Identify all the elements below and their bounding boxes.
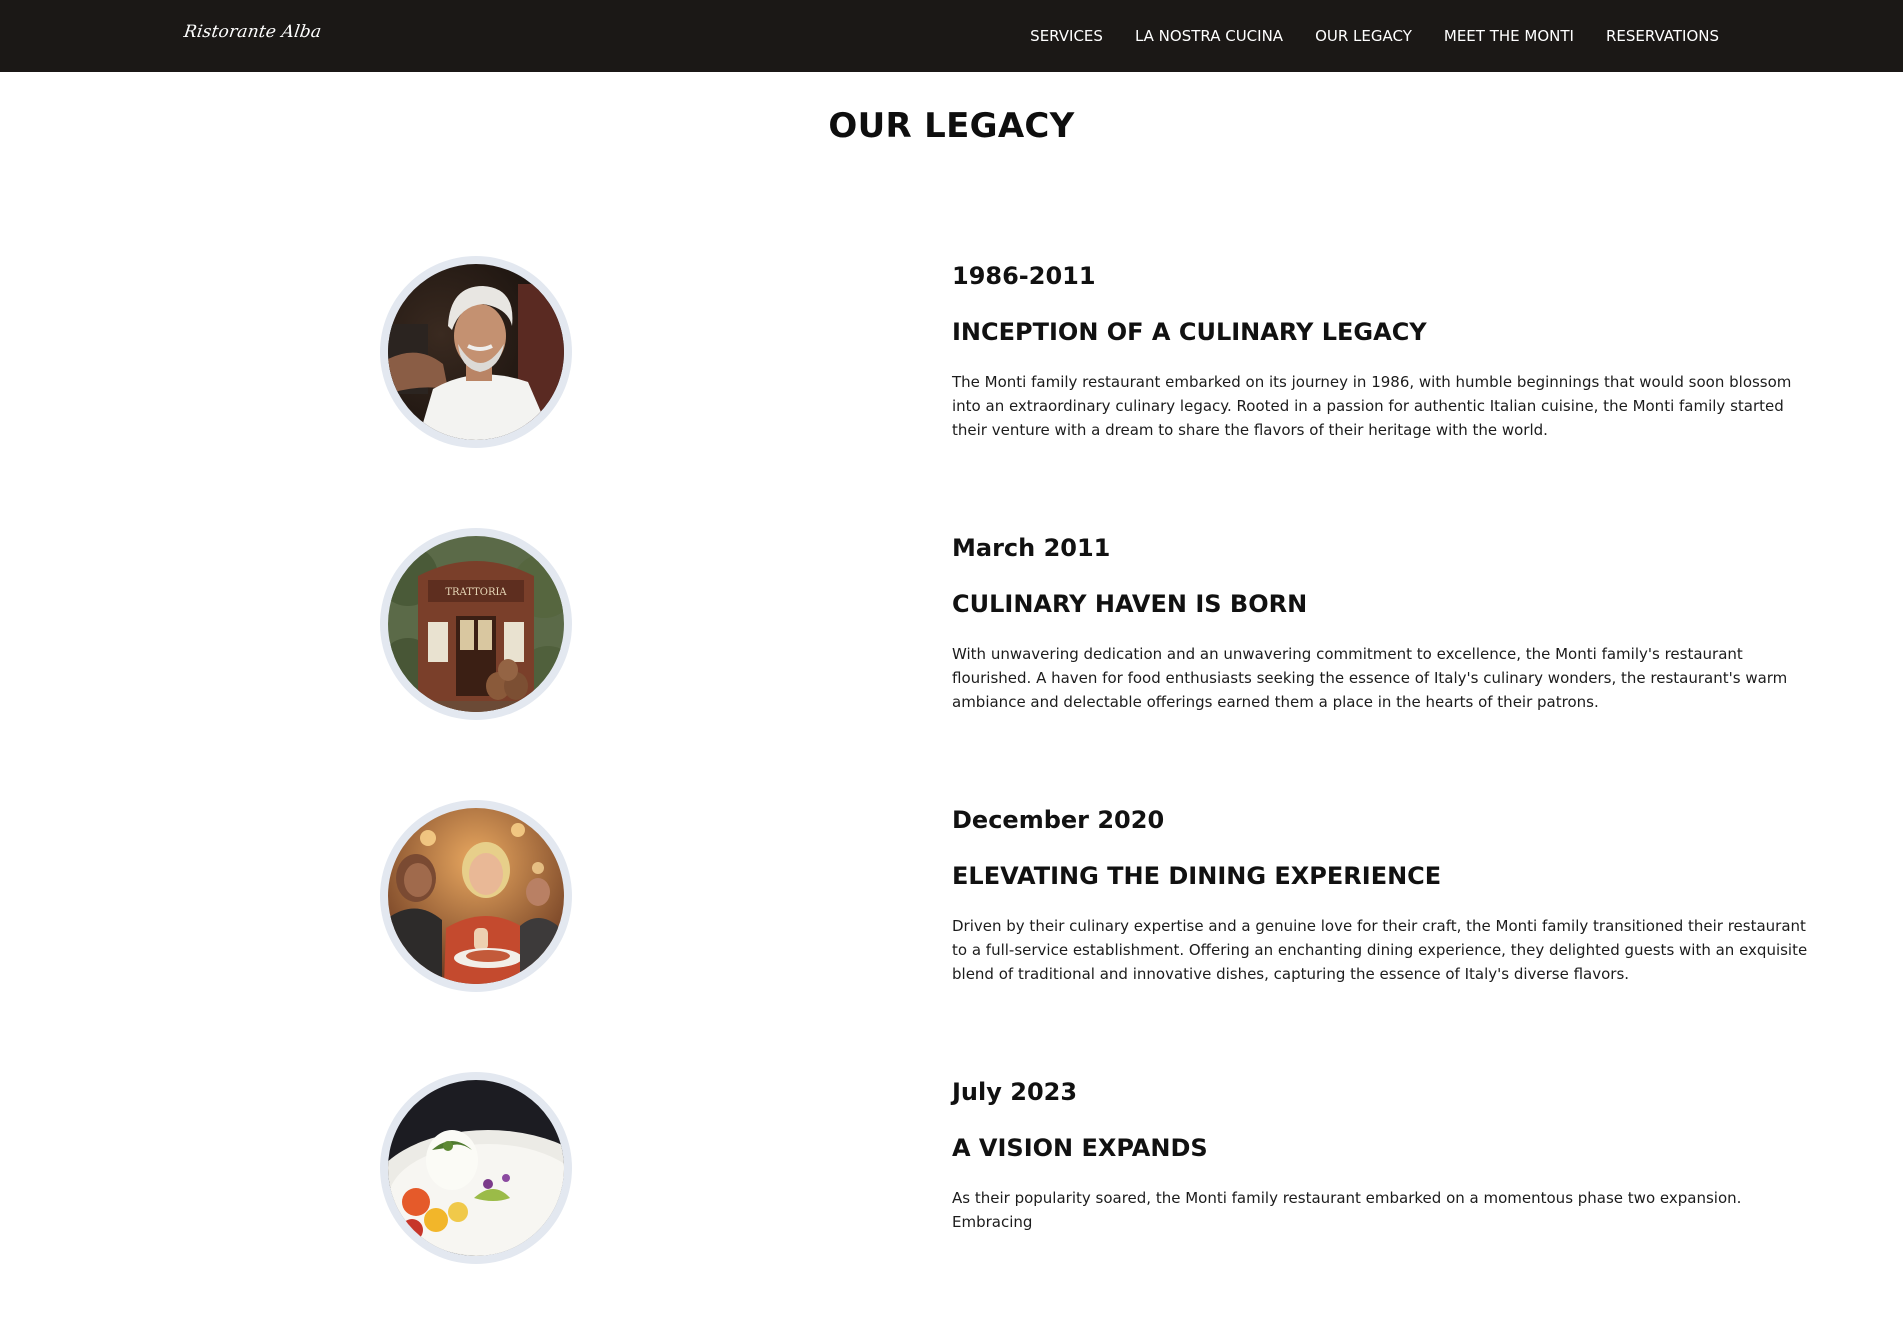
photo-frame bbox=[380, 800, 572, 992]
timeline-date: July 2023 bbox=[952, 1078, 1078, 1106]
nav-link-meet-the-monti[interactable]: MEET THE MONTI bbox=[1444, 27, 1574, 45]
timeline-description: With unwavering dedication and an unwave… bbox=[952, 645, 1788, 711]
timeline-heading: INCEPTION OF A CULINARY LEGACY bbox=[952, 318, 1427, 346]
photo-frame: TRATTORIA bbox=[380, 528, 572, 720]
main-nav: SERVICES LA NOSTRA CUCINA OUR LEGACY MEE… bbox=[1030, 0, 1719, 72]
nav-link-services[interactable]: SERVICES bbox=[1030, 27, 1103, 45]
elderly-chef-photo bbox=[388, 264, 564, 440]
diners-eating-photo bbox=[388, 808, 564, 984]
timeline-heading: A VISION EXPANDS bbox=[952, 1134, 1208, 1162]
nav-link-la-nostra-cucina[interactable]: LA NOSTRA CUCINA bbox=[1135, 27, 1283, 45]
timeline-description: The Monti family restaurant embarked on … bbox=[952, 373, 1792, 439]
timeline-date: March 2011 bbox=[952, 534, 1111, 562]
timeline-item: TRATTORIA March 2011 CULINARY HAVEN IS B… bbox=[0, 528, 1903, 800]
page-title: OUR LEGACY bbox=[828, 106, 1075, 146]
timeline-item: July 2023 A VISION EXPANDS As their popu… bbox=[0, 1072, 1903, 1344]
timeline-date: December 2020 bbox=[952, 806, 1165, 834]
timeline-description: Driven by their culinary expertise and a… bbox=[952, 917, 1808, 983]
trattoria-sign-text: TRATTORIA bbox=[445, 587, 507, 598]
timeline-item: 1986-2011 INCEPTION OF A CULINARY LEGACY… bbox=[0, 256, 1903, 528]
restaurant-logo[interactable]: Ristorante Alba bbox=[183, 22, 323, 42]
timeline-date: 1986-2011 bbox=[952, 262, 1096, 290]
plated-burrata-dish-photo bbox=[388, 1080, 564, 1256]
timeline-description: As their popularity soared, the Monti fa… bbox=[952, 1189, 1742, 1231]
photo-frame bbox=[380, 1072, 572, 1264]
timeline-item: December 2020 ELEVATING THE DINING EXPER… bbox=[0, 800, 1903, 1072]
trattoria-storefront-photo: TRATTORIA bbox=[388, 536, 564, 712]
top-navigation-bar: Ristorante Alba SERVICES LA NOSTRA CUCIN… bbox=[0, 0, 1903, 72]
timeline-heading: CULINARY HAVEN IS BORN bbox=[952, 590, 1308, 618]
photo-frame bbox=[380, 256, 572, 448]
nav-link-our-legacy[interactable]: OUR LEGACY bbox=[1315, 27, 1412, 45]
nav-link-reservations[interactable]: RESERVATIONS bbox=[1606, 27, 1719, 45]
timeline-heading: ELEVATING THE DINING EXPERIENCE bbox=[952, 862, 1442, 890]
